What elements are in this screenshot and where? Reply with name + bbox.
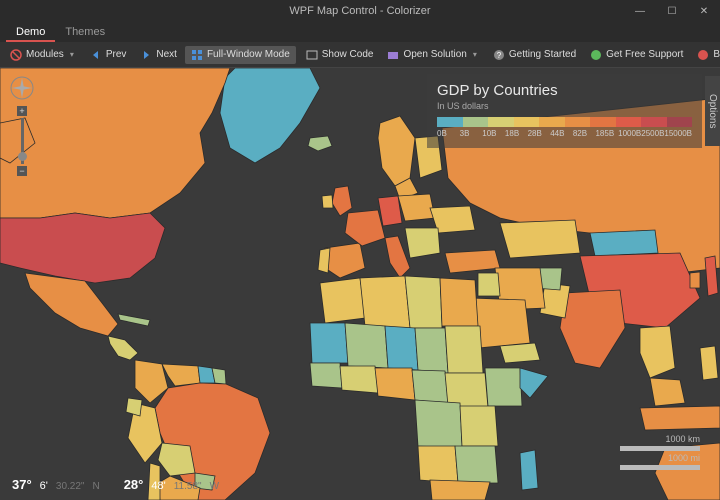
coordinates-readout: 37° 6' 30.22" N 28° 48' 11.58" W bbox=[12, 477, 219, 492]
tab-themes[interactable]: Themes bbox=[55, 23, 115, 42]
scale-mi: 1000 mi bbox=[620, 453, 700, 463]
zoom-in-button[interactable]: + bbox=[17, 106, 27, 116]
modules-icon bbox=[10, 49, 22, 61]
buynow-icon bbox=[697, 49, 709, 61]
lon-min: 48' bbox=[151, 480, 165, 492]
gettingstarted-icon: ? bbox=[493, 49, 505, 61]
maximize-button[interactable]: ☐ bbox=[656, 0, 688, 22]
legend-title: GDP by Countries bbox=[437, 82, 692, 99]
tab-demo[interactable]: Demo bbox=[6, 23, 55, 42]
minimize-button[interactable]: — bbox=[624, 0, 656, 22]
show-code-button[interactable]: Show Code bbox=[300, 46, 380, 64]
options-panel-toggle[interactable]: Options bbox=[705, 76, 720, 146]
zoom-track[interactable] bbox=[21, 118, 24, 164]
close-button[interactable]: ✕ bbox=[688, 0, 720, 22]
lon-dec: 11.58" bbox=[174, 481, 202, 492]
zoom-out-button[interactable]: − bbox=[17, 166, 27, 176]
legend-ticks: 0B3B10B18B28B44B82B185B1000B2500B15000B bbox=[437, 129, 692, 138]
getting-started-button[interactable]: ? Getting Started bbox=[487, 46, 582, 64]
prev-button[interactable]: Prev bbox=[84, 46, 133, 64]
next-button[interactable]: Next bbox=[134, 46, 183, 64]
main-tabs: Demo Themes bbox=[0, 22, 720, 42]
zoom-thumb[interactable] bbox=[18, 152, 27, 161]
nav-rose[interactable] bbox=[10, 76, 34, 100]
window-buttons: — ☐ ✕ bbox=[624, 0, 720, 22]
buy-now-button[interactable]: Buy Now bbox=[691, 46, 720, 64]
lon-deg: 28° bbox=[124, 477, 144, 492]
toolbar: Modules▾ Prev Next Full-Window Mode Show… bbox=[0, 42, 720, 68]
open-solution-button[interactable]: Open Solution▾ bbox=[381, 46, 482, 64]
lat-dec: 30.22" bbox=[56, 481, 85, 492]
legend: GDP by Countries In US dollars 0B3B10B18… bbox=[427, 74, 702, 148]
scale-bar: 1000 km 1000 mi bbox=[620, 434, 700, 470]
fullwindow-icon bbox=[191, 49, 203, 61]
map-area[interactable]: + − GDP by Countries In US dollars 0B3B1… bbox=[0, 68, 720, 500]
lon-dir: W bbox=[210, 481, 219, 492]
code-icon bbox=[306, 49, 318, 61]
legend-bar bbox=[437, 117, 692, 127]
lat-min: 6' bbox=[40, 480, 48, 492]
prev-icon bbox=[90, 49, 102, 61]
legend-subtitle: In US dollars bbox=[437, 101, 692, 111]
full-window-button[interactable]: Full-Window Mode bbox=[185, 46, 296, 64]
window-title: WPF Map Control - Colorizer bbox=[289, 5, 430, 17]
get-free-support-button[interactable]: Get Free Support bbox=[584, 46, 689, 64]
support-icon bbox=[590, 49, 602, 61]
svg-text:?: ? bbox=[497, 51, 502, 60]
solution-icon bbox=[387, 49, 399, 61]
lat-deg: 37° bbox=[12, 477, 32, 492]
lat-dir: N bbox=[92, 481, 99, 492]
scale-km: 1000 km bbox=[620, 434, 700, 444]
title-bar: WPF Map Control - Colorizer — ☐ ✕ bbox=[0, 0, 720, 22]
next-icon bbox=[140, 49, 152, 61]
chevron-down-icon: ▾ bbox=[473, 50, 477, 59]
zoom-slider[interactable]: + − bbox=[18, 106, 26, 176]
chevron-down-icon: ▾ bbox=[70, 50, 74, 59]
modules-button[interactable]: Modules▾ bbox=[4, 46, 80, 64]
